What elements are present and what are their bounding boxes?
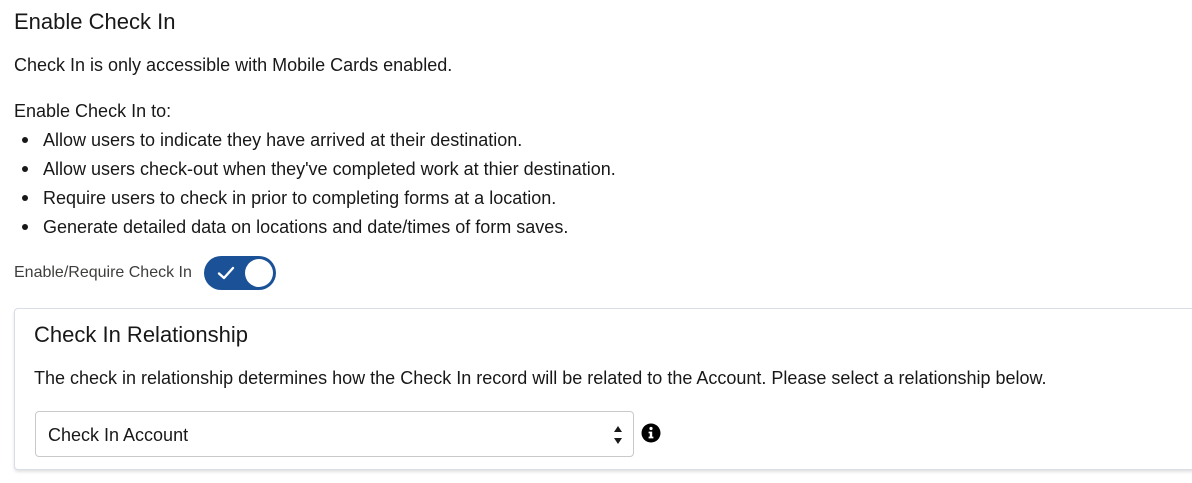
check-in-settings-page: Enable Check In Check In is only accessi… (0, 0, 1192, 483)
bullet-icon (22, 224, 28, 230)
card-title: Check In Relationship (34, 322, 249, 347)
bullet-icon (22, 195, 28, 201)
info-icon[interactable] (641, 423, 661, 443)
select-value: Check In Account (48, 425, 189, 445)
check-icon (217, 266, 235, 280)
list-item: Generate detailed data on locations and … (14, 214, 616, 243)
list-item-text: Generate detailed data on locations and … (43, 217, 569, 237)
feature-list: Allow users to indicate they have arrive… (14, 127, 616, 243)
card-description: The check in relationship determines how… (34, 368, 1047, 388)
list-item: Allow users to indicate they have arrive… (14, 127, 616, 156)
mobile-cards-notice: Check In is only accessible with Mobile … (14, 55, 453, 75)
bullet-icon (22, 137, 28, 143)
bullet-icon (22, 166, 28, 172)
list-item-text: Allow users check-out when they've compl… (43, 159, 616, 179)
list-item-text: Allow users to indicate they have arrive… (43, 130, 523, 150)
enable-check-in-toggle[interactable] (203, 256, 276, 290)
list-item: Require users to check in prior to compl… (14, 185, 616, 214)
relationship-select[interactable]: Check In Account (35, 411, 634, 457)
check-in-relationship-card: Check In Relationship The check in relat… (14, 308, 1192, 470)
section-title: Enable Check In (14, 9, 176, 34)
check-in-toggle-row: Enable/Require Check In (14, 255, 276, 291)
list-item: Allow users check-out when they've compl… (14, 156, 616, 185)
toggle-knob (244, 259, 273, 287)
intro-text: Enable Check In to: (14, 101, 172, 121)
list-item-text: Require users to check in prior to compl… (43, 188, 557, 208)
sort-arrows-icon (614, 426, 622, 444)
toggle-label: Enable/Require Check In (14, 264, 192, 281)
